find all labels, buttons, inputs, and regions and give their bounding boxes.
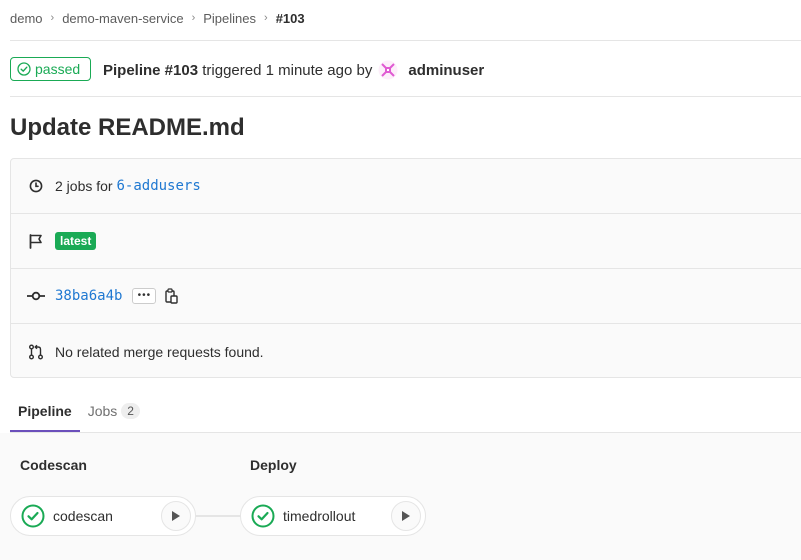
jobs-count-text: 2 jobs for (55, 178, 113, 194)
triggered-text: triggered (202, 61, 262, 79)
latest-badge: latest (55, 232, 97, 250)
tab-pipeline[interactable]: Pipeline (10, 389, 80, 432)
page-title: Update README.md (10, 114, 245, 141)
breadcrumb-item-pipelines[interactable]: Pipelines (203, 11, 256, 26)
chevron-right-icon: › (50, 12, 55, 24)
play-button[interactable] (391, 501, 421, 531)
job-timedrollout[interactable]: timedrollout (240, 496, 426, 536)
job-name-timedrollout: timedrollout (283, 508, 356, 524)
divider (10, 40, 801, 41)
merge-requests-text: No related merge requests found. (55, 343, 264, 360)
merge-requests-row: No related merge requests found. (11, 324, 801, 379)
breadcrumb-item-project[interactable]: demo-maven-service (62, 11, 183, 26)
tab-jobs-label: Jobs (87, 402, 118, 419)
latest-info-row: latest (11, 214, 801, 269)
play-icon (402, 511, 410, 521)
commit-icon (27, 287, 45, 305)
success-status-icon (21, 504, 45, 528)
pipeline-id: Pipeline #103 (103, 61, 199, 79)
git-merge-icon (27, 343, 45, 361)
status-label: passed (35, 61, 81, 77)
play-icon (172, 511, 180, 521)
avatar[interactable] (378, 60, 398, 80)
success-status-icon (251, 504, 275, 528)
pipeline-graph: Codescan Deploy codescan timedrollout (0, 433, 801, 560)
tab-pipeline-label: Pipeline (18, 402, 72, 419)
breadcrumb-current[interactable]: #103 (276, 11, 305, 26)
flag-icon (27, 232, 45, 250)
jobs-info-row: 2 jobs for 6-addusers (11, 159, 801, 214)
breadcrumb: demo › demo-maven-service › Pipelines › … (10, 9, 305, 27)
pipeline-tabs: Pipeline Jobs 2 (10, 389, 148, 433)
check-circle-icon (17, 62, 31, 76)
stage-title-codescan: Codescan (20, 457, 87, 473)
pipeline-header: Pipeline #103 triggered 1 minute ago by … (103, 60, 484, 80)
jobs-count-badge: 2 (121, 402, 140, 419)
pipeline-info-panel: 2 jobs for 6-addusers latest 38ba6a4b ••… (10, 158, 801, 378)
username-link[interactable]: adminuser (408, 62, 484, 79)
stage-title-deploy: Deploy (250, 457, 297, 473)
time-ago: 1 minute ago (265, 61, 353, 79)
expand-commit-message-button[interactable]: ••• (132, 288, 157, 304)
divider (10, 96, 801, 97)
job-name-codescan: codescan (53, 508, 113, 524)
branch-link[interactable]: 6-addusers (116, 178, 200, 194)
chevron-right-icon: › (264, 12, 268, 24)
clock-icon (27, 177, 45, 195)
commit-info-row: 38ba6a4b ••• (11, 269, 801, 324)
chevron-right-icon: › (191, 12, 196, 24)
stage-connector (196, 515, 242, 517)
by-text: by (356, 61, 373, 79)
status-badge[interactable]: passed (10, 57, 91, 81)
commit-sha-link[interactable]: 38ba6a4b (55, 288, 122, 304)
tab-jobs[interactable]: Jobs 2 (80, 389, 148, 432)
breadcrumb-item-group[interactable]: demo (10, 11, 43, 26)
copy-clipboard-icon[interactable] (164, 288, 179, 304)
play-button[interactable] (161, 501, 191, 531)
job-codescan[interactable]: codescan (10, 496, 196, 536)
